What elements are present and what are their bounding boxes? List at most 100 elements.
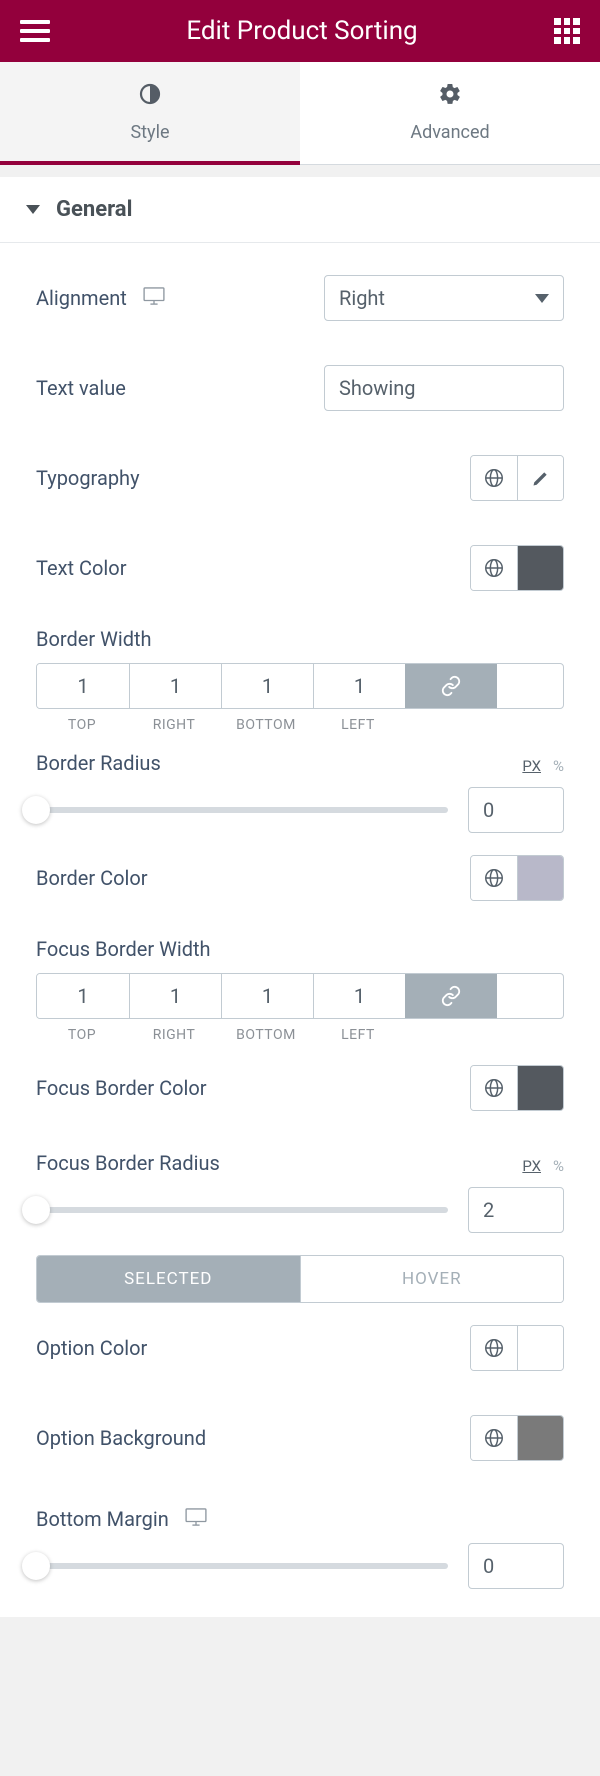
option-bg-swatch[interactable] bbox=[517, 1416, 563, 1460]
chevron-down-icon bbox=[26, 205, 40, 214]
bw-left[interactable] bbox=[313, 664, 405, 708]
focus-border-radius-block: Focus Border Radius PX % bbox=[36, 1151, 564, 1233]
responsive-icon[interactable] bbox=[143, 286, 165, 310]
fbw-bottom[interactable] bbox=[221, 974, 313, 1018]
select-value: Right bbox=[339, 286, 385, 310]
border-color-swatch[interactable] bbox=[517, 856, 563, 900]
slider-handle[interactable] bbox=[22, 1196, 50, 1224]
label-focus-border-width: Focus Border Width bbox=[36, 937, 564, 961]
label-typography: Typography bbox=[36, 466, 140, 490]
label-text-color: Text Color bbox=[36, 556, 126, 580]
dim-sublabels: TOP RIGHT BOTTOM LEFT bbox=[36, 717, 564, 733]
text-color-controls bbox=[470, 545, 564, 591]
label-border-color: Border Color bbox=[36, 866, 148, 890]
tab-advanced[interactable]: Advanced bbox=[300, 62, 600, 164]
unit-pct[interactable]: % bbox=[553, 757, 564, 775]
label-text: Alignment bbox=[36, 286, 127, 310]
focus-border-color-swatch[interactable] bbox=[517, 1066, 563, 1110]
slider-handle[interactable] bbox=[22, 1552, 50, 1580]
border-radius-input[interactable] bbox=[468, 787, 564, 833]
label-text-value: Text value bbox=[36, 376, 126, 400]
sub-top: TOP bbox=[36, 717, 128, 733]
section-title: General bbox=[56, 197, 132, 222]
dim-sublabels: TOP RIGHT BOTTOM LEFT bbox=[36, 1027, 564, 1043]
border-radius-slider[interactable] bbox=[36, 807, 448, 813]
page-title: Edit Product Sorting bbox=[50, 16, 554, 46]
half-circle-icon bbox=[0, 82, 300, 112]
label-bottom-margin: Bottom Margin bbox=[36, 1507, 169, 1531]
global-color-button[interactable] bbox=[471, 856, 517, 900]
state-hover[interactable]: HOVER bbox=[300, 1256, 564, 1302]
row-text-color: Text Color bbox=[36, 523, 564, 613]
focus-border-color-controls bbox=[470, 1065, 564, 1111]
bw-right[interactable] bbox=[129, 664, 221, 708]
menu-icon[interactable] bbox=[20, 20, 50, 42]
fbw-left[interactable] bbox=[313, 974, 405, 1018]
label-border-radius: Border Radius bbox=[36, 751, 161, 775]
edit-typography-button[interactable] bbox=[517, 456, 563, 500]
unit-px[interactable]: PX bbox=[522, 757, 541, 775]
row-option-background: Option Background bbox=[36, 1393, 564, 1483]
gear-icon bbox=[300, 82, 600, 112]
focus-border-radius-slider[interactable] bbox=[36, 1207, 448, 1213]
border-color-controls bbox=[470, 855, 564, 901]
bw-top[interactable] bbox=[37, 664, 129, 708]
bw-bottom[interactable] bbox=[221, 664, 313, 708]
tab-style[interactable]: Style bbox=[0, 62, 300, 165]
row-alignment: Alignment Right bbox=[36, 253, 564, 343]
sub-bottom: BOTTOM bbox=[220, 1027, 312, 1043]
chevron-down-icon bbox=[535, 294, 549, 303]
label-border-width: Border Width bbox=[36, 627, 564, 651]
bottom-margin-input[interactable] bbox=[468, 1543, 564, 1589]
row-text-value: Text value bbox=[36, 343, 564, 433]
unit-pct[interactable]: % bbox=[553, 1157, 564, 1175]
label-focus-border-color: Focus Border Color bbox=[36, 1076, 207, 1100]
section-general-toggle[interactable]: General bbox=[0, 177, 600, 243]
focus-border-width-inputs bbox=[36, 973, 564, 1019]
global-color-button[interactable] bbox=[471, 1416, 517, 1460]
row-typography: Typography bbox=[36, 433, 564, 523]
link-values-button[interactable] bbox=[405, 664, 497, 708]
text-value-input[interactable] bbox=[324, 365, 564, 411]
state-tabs: SELECTED HOVER bbox=[36, 1255, 564, 1303]
editor-header: Edit Product Sorting bbox=[0, 0, 600, 62]
unit-px[interactable]: PX bbox=[522, 1157, 541, 1175]
option-color-swatch[interactable] bbox=[517, 1326, 563, 1370]
state-selected[interactable]: SELECTED bbox=[37, 1256, 300, 1302]
label-option-background: Option Background bbox=[36, 1426, 206, 1450]
focus-border-radius-input[interactable] bbox=[468, 1187, 564, 1233]
border-radius-block: Border Radius PX % bbox=[36, 751, 564, 833]
fbw-right[interactable] bbox=[129, 974, 221, 1018]
fbw-top[interactable] bbox=[37, 974, 129, 1018]
option-bg-controls bbox=[470, 1415, 564, 1461]
typography-controls bbox=[470, 455, 564, 501]
global-color-button[interactable] bbox=[471, 546, 517, 590]
focus-border-width-block: Focus Border Width TOP RIGHT BOTTOM LEFT bbox=[36, 937, 564, 1043]
sub-left: LEFT bbox=[312, 1027, 404, 1043]
option-color-controls bbox=[470, 1325, 564, 1371]
sub-right: RIGHT bbox=[128, 1027, 220, 1043]
global-color-button[interactable] bbox=[471, 1066, 517, 1110]
label-option-color: Option Color bbox=[36, 1336, 147, 1360]
slider-handle[interactable] bbox=[22, 796, 50, 824]
row-border-color: Border Color bbox=[36, 833, 564, 923]
bottom-margin-block: Bottom Margin bbox=[36, 1497, 564, 1589]
global-typography-button[interactable] bbox=[471, 456, 517, 500]
bottom-margin-slider[interactable] bbox=[36, 1563, 448, 1569]
panel-tabs: Style Advanced bbox=[0, 62, 600, 165]
label-alignment: Alignment bbox=[36, 286, 165, 310]
sub-right: RIGHT bbox=[128, 717, 220, 733]
unit-switcher: PX % bbox=[522, 1157, 564, 1175]
style-panel: General Alignment Right Text value Typog… bbox=[0, 177, 600, 1617]
text-color-swatch[interactable] bbox=[517, 546, 563, 590]
sub-left: LEFT bbox=[312, 717, 404, 733]
alignment-select[interactable]: Right bbox=[324, 275, 564, 321]
global-color-button[interactable] bbox=[471, 1326, 517, 1370]
responsive-icon[interactable] bbox=[185, 1507, 207, 1531]
unit-switcher: PX % bbox=[522, 757, 564, 775]
link-values-button[interactable] bbox=[405, 974, 497, 1018]
apps-icon[interactable] bbox=[554, 18, 580, 44]
sub-top: TOP bbox=[36, 1027, 128, 1043]
sub-bottom: BOTTOM bbox=[220, 717, 312, 733]
tab-label: Style bbox=[130, 122, 169, 143]
